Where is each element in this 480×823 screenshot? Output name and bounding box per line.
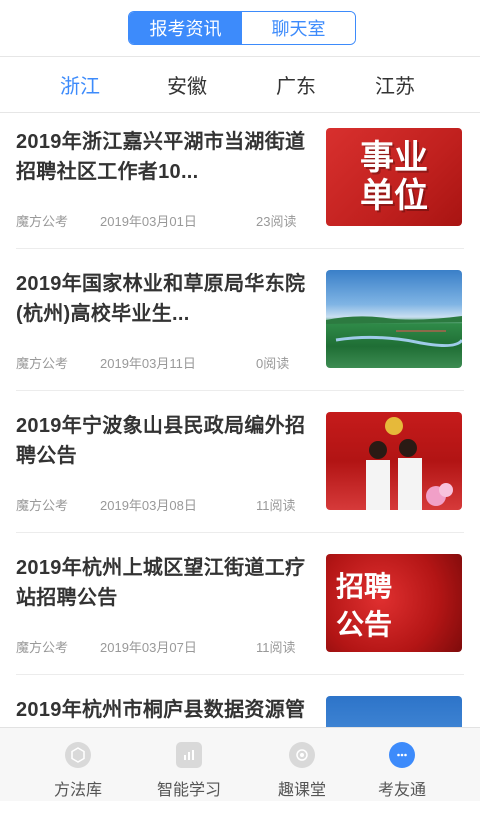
play-icon xyxy=(289,742,315,768)
nav-fun-classroom[interactable]: 趣课堂 xyxy=(252,728,352,801)
tab-jiangsu[interactable]: 江苏 xyxy=(375,57,415,112)
article-title: 2019年杭州市桐庐县数据资源管 xyxy=(16,699,306,721)
nav-exam-friends[interactable]: 考友通 xyxy=(352,728,452,801)
chat-bubble-icon xyxy=(389,742,415,768)
bottom-nav: 方法库 智能学习 趣课堂 考友通 xyxy=(0,727,480,801)
list-item[interactable]: 2019年杭州上城区望江街道工疗站招聘公告 魔方公考 2019年03月07日 1… xyxy=(0,539,480,681)
nav-smart-learning[interactable]: 智能学习 xyxy=(139,728,239,801)
article-title: 2019年宁波象山县民政局编外招聘公告 xyxy=(16,415,306,467)
article-date: 2019年03月07日 xyxy=(100,640,197,655)
article-meta: 魔方公考 2019年03月08日 11阅读 xyxy=(16,495,316,515)
tab-anhui[interactable]: 安徽 xyxy=(167,57,207,112)
segment-chatroom[interactable]: 聊天室 xyxy=(242,12,355,44)
article-reads: 23阅读 xyxy=(256,214,297,229)
article-source: 魔方公考 xyxy=(16,498,69,513)
article-thumbnail: 事业单位 xyxy=(326,128,462,226)
article-meta: 魔方公考 2019年03月07日 11阅读 xyxy=(16,637,316,657)
article-reads: 0阅读 xyxy=(256,356,290,371)
divider xyxy=(16,390,464,391)
article-thumbnail xyxy=(326,412,462,510)
divider xyxy=(16,248,464,249)
nav-label: 趣课堂 xyxy=(277,782,326,799)
article-date: 2019年03月08日 xyxy=(100,498,197,513)
article-date: 2019年03月11日 xyxy=(100,356,196,371)
article-thumbnail: 招聘公告 xyxy=(326,554,462,652)
top-bar: 报考资讯 聊天室 xyxy=(0,0,480,57)
list-item[interactable]: 2019年国家林业和草原局华东院(杭州)高校毕业生... 魔方公考 2019年0… xyxy=(0,255,480,397)
article-title: 2019年国家林业和草原局华东院(杭州)高校毕业生... xyxy=(16,273,306,325)
thumbnail-text: 招聘公告 xyxy=(336,571,393,640)
tab-guangdong[interactable]: 广东 xyxy=(276,57,316,112)
article-source: 魔方公考 xyxy=(16,640,69,655)
couple-photo-image xyxy=(366,417,453,510)
article-source: 魔方公考 xyxy=(16,214,69,229)
list-item[interactable]: 2019年宁波象山县民政局编外招聘公告 魔方公考 2019年03月08日 11阅… xyxy=(0,397,480,539)
province-tabs: 浙江 安徽 广东 江苏 xyxy=(0,57,480,113)
list-item[interactable]: 2019年浙江嘉兴平湖市当湖街道招聘社区工作者10... 魔方公考 2019年0… xyxy=(0,113,480,255)
article-reads: 11阅读 xyxy=(256,498,296,513)
nav-label: 考友通 xyxy=(377,782,426,799)
nav-label: 方法库 xyxy=(53,782,102,799)
divider xyxy=(16,674,464,675)
article-reads: 11阅读 xyxy=(256,640,296,655)
article-meta: 魔方公考 2019年03月01日 23阅读 xyxy=(16,211,316,231)
article-source: 魔方公考 xyxy=(16,356,69,371)
cube-icon xyxy=(65,742,91,768)
divider xyxy=(16,532,464,533)
article-title: 2019年杭州上城区望江街道工疗站招聘公告 xyxy=(16,557,306,609)
chart-icon xyxy=(176,742,202,768)
tab-zhejiang[interactable]: 浙江 xyxy=(60,57,100,112)
article-date: 2019年03月01日 xyxy=(100,214,197,229)
nav-method-library[interactable]: 方法库 xyxy=(28,728,128,801)
thumbnail-text: 事业单位 xyxy=(360,139,428,215)
segmented-control: 报考资讯 聊天室 xyxy=(128,11,356,45)
article-meta: 魔方公考 2019年03月11日 0阅读 xyxy=(16,353,316,373)
segment-news[interactable]: 报考资讯 xyxy=(129,12,242,44)
nav-label: 智能学习 xyxy=(156,782,221,799)
lake-landscape-image xyxy=(326,316,462,347)
article-thumbnail xyxy=(326,270,462,368)
article-title: 2019年浙江嘉兴平湖市当湖街道招聘社区工作者10... xyxy=(16,131,306,183)
